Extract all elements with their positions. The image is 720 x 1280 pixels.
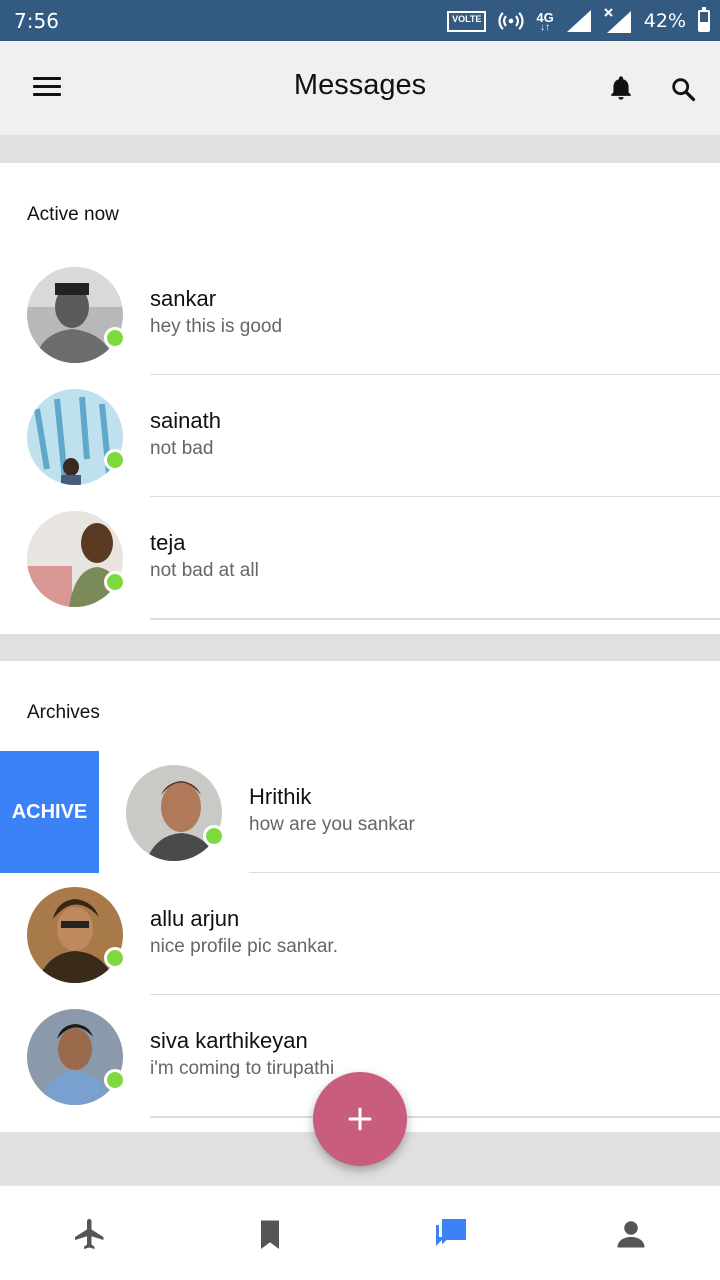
signal-icon: [566, 10, 591, 32]
contact-name: allu arjun: [150, 906, 240, 931]
section-title-archives: Archives: [27, 702, 100, 723]
contact-row[interactable]: allu arjun nice profile pic sankar.: [0, 873, 720, 996]
bookmark-icon: [261, 1220, 279, 1249]
battery-icon: [698, 7, 710, 32]
divider: [150, 1116, 720, 1118]
online-status-dot: [104, 947, 126, 969]
bottom-navigation: [0, 1185, 720, 1280]
person-icon: [617, 1221, 645, 1248]
app-bar: Messages: [0, 41, 720, 135]
message-preview: not bad: [150, 438, 214, 459]
network-type: 4G ↓↑: [536, 9, 554, 33]
avatar: [27, 389, 123, 485]
plus-icon: [348, 1107, 372, 1131]
avatar: [27, 1009, 123, 1105]
contact-row[interactable]: sainath not bad: [0, 375, 720, 498]
message-preview: how are you sankar: [249, 814, 415, 835]
section-separator: [0, 634, 720, 661]
archive-swipe-button[interactable]: ACHIVE: [0, 751, 99, 873]
contact-name: Hrithik: [249, 784, 312, 809]
nav-messages[interactable]: [433, 1216, 469, 1252]
chat-icon: [436, 1219, 466, 1246]
contact-row-swiped[interactable]: Hrithik how are you sankar: [99, 751, 720, 874]
hotspot-icon: [498, 12, 524, 30]
avatar: [27, 511, 123, 607]
status-time: 7:56: [14, 9, 59, 33]
volte-icon: VOLTE: [447, 10, 487, 32]
nav-flights[interactable]: [72, 1216, 108, 1252]
contact-row[interactable]: teja not bad at all: [0, 497, 720, 620]
new-message-button[interactable]: [313, 1072, 407, 1166]
online-status-dot: [104, 327, 126, 349]
nav-bookmarks[interactable]: [252, 1216, 288, 1252]
message-preview: i'm coming to tirupathi: [150, 1058, 335, 1079]
status-bar: 7:56 VOLTE 4G ↓↑ 42%: [0, 0, 720, 41]
contact-name: siva karthikeyan: [150, 1028, 308, 1053]
online-status-dot: [104, 571, 126, 593]
contact-name: sainath: [150, 408, 221, 433]
online-status-dot: [203, 825, 225, 847]
bell-icon[interactable]: [607, 74, 635, 102]
signal-no-data-icon: [604, 8, 631, 33]
divider: [150, 618, 720, 620]
online-status-dot: [104, 1069, 126, 1091]
avatar: [27, 887, 123, 983]
section-separator: [0, 135, 720, 163]
search-icon[interactable]: [669, 75, 697, 103]
contact-name: teja: [150, 530, 186, 555]
avatar: [27, 267, 123, 363]
message-preview: nice profile pic sankar.: [150, 936, 338, 957]
avatar: [126, 765, 222, 861]
online-status-dot: [104, 449, 126, 471]
battery-percent: 42%: [643, 10, 686, 32]
message-preview: hey this is good: [150, 316, 283, 337]
contact-name: sankar: [150, 286, 217, 311]
section-title-active: Active now: [27, 204, 119, 225]
message-preview: not bad at all: [150, 560, 259, 581]
airplane-icon: [75, 1219, 104, 1249]
contact-row[interactable]: sankar hey this is good: [0, 253, 720, 376]
nav-profile[interactable]: [613, 1216, 649, 1252]
